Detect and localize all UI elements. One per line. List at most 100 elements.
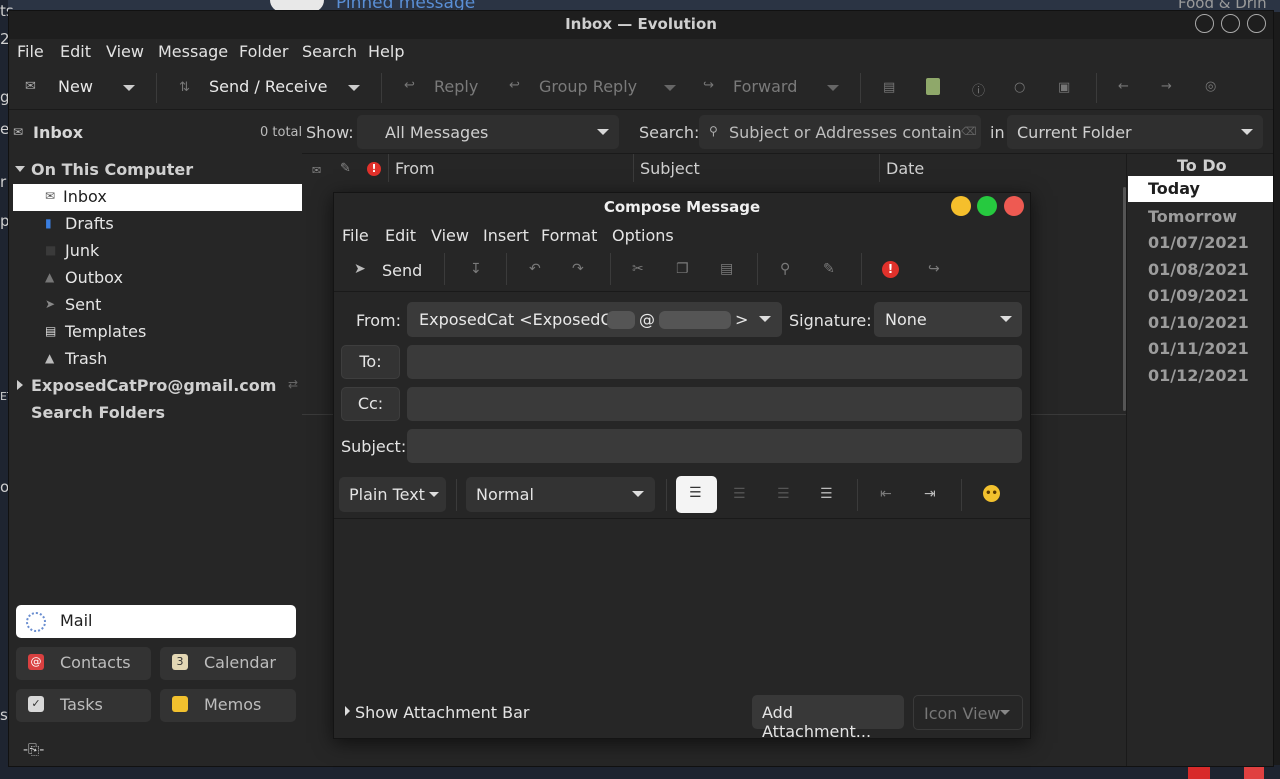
paste-icon[interactable]: ▤ (720, 261, 733, 277)
group-reply-dropdown-icon[interactable] (664, 85, 676, 91)
attachment-view-dropdown[interactable]: Icon View (913, 695, 1023, 730)
from-dropdown[interactable]: ExposedCat <ExposedCat @ > (407, 302, 782, 337)
replace-icon[interactable]: ✎ (823, 261, 835, 277)
account-remote[interactable]: ExposedCatPro@gmail.com ⇄ (13, 373, 302, 400)
format-mode-dropdown[interactable]: Plain Text (339, 477, 446, 512)
importance-column-icon[interactable]: ! (367, 162, 381, 176)
compose-minimize-button[interactable] (951, 196, 971, 216)
align-right-icon[interactable]: ☰ (777, 486, 790, 502)
menu-message[interactable]: Message (158, 42, 228, 61)
paragraph-style-dropdown[interactable]: Normal (466, 477, 655, 512)
maximize-button[interactable] (1221, 14, 1240, 33)
column-subject[interactable]: Subject (640, 159, 700, 178)
close-button[interactable] (1247, 14, 1266, 33)
cut-icon[interactable]: ✂ (632, 261, 644, 277)
todo-item[interactable]: 01/09/2021 (1148, 286, 1249, 305)
show-filter-dropdown[interactable]: All Messages (357, 115, 619, 149)
sidebar-item-inbox[interactable]: ✉ Inbox (13, 184, 302, 211)
align-left-button[interactable]: ☰ (676, 476, 717, 513)
menu-file[interactable]: File (17, 42, 44, 61)
junk-mark-icon[interactable]: ⓘ (972, 80, 985, 99)
redirect-icon[interactable]: ↪ (928, 261, 940, 277)
message-body-editor[interactable] (334, 519, 1030, 689)
send-receive-dropdown-icon[interactable] (348, 85, 360, 91)
minimize-button[interactable] (1195, 14, 1214, 33)
to-button[interactable]: To: (341, 345, 400, 379)
unindent-icon[interactable]: ⇤ (880, 486, 892, 502)
emoji-icon[interactable]: •• (983, 485, 1000, 502)
todo-item[interactable]: 01/10/2021 (1148, 313, 1249, 332)
save-draft-icon[interactable]: ↧ (470, 261, 482, 277)
forward-dropdown-icon[interactable] (827, 85, 839, 91)
sidebar-item-sent[interactable]: ➤ Sent (13, 292, 302, 319)
compose-close-button[interactable] (1004, 196, 1024, 216)
compose-menu-format[interactable]: Format (541, 226, 597, 245)
cc-button[interactable]: Cc: (341, 387, 400, 421)
group-reply-button[interactable]: Group Reply (539, 77, 637, 96)
switcher-mail[interactable]: Mail (16, 605, 296, 638)
forward-nav-icon[interactable]: → (1161, 79, 1172, 94)
account-local[interactable]: On This Computer (13, 157, 302, 184)
switcher-calendar[interactable]: 3 Calendar (160, 647, 296, 680)
offline-icon[interactable]: -⎘- (23, 742, 44, 758)
switcher-tasks[interactable]: ✓ Tasks (16, 689, 151, 722)
menu-folder[interactable]: Folder (239, 42, 288, 61)
delete-icon[interactable] (926, 78, 940, 95)
compose-menu-insert[interactable]: Insert (483, 226, 529, 245)
switcher-contacts[interactable]: @ Contacts (16, 647, 151, 680)
todo-item[interactable]: 01/08/2021 (1148, 260, 1249, 279)
compose-maximize-button[interactable] (977, 196, 997, 216)
compose-menu-edit[interactable]: Edit (385, 226, 416, 245)
signature-dropdown[interactable]: None (874, 302, 1022, 337)
todo-item[interactable]: 01/07/2021 (1148, 233, 1249, 252)
menu-help[interactable]: Help (368, 42, 404, 61)
to-field[interactable] (407, 345, 1022, 379)
menu-view[interactable]: View (106, 42, 144, 61)
compose-menu-options[interactable]: Options (612, 226, 674, 245)
back-icon[interactable]: ← (1118, 79, 1129, 94)
expand-icon[interactable] (345, 706, 350, 716)
sidebar-item-junk[interactable]: ■ Junk (13, 238, 302, 265)
compose-menu-view[interactable]: View (431, 226, 469, 245)
archive-icon[interactable]: ▣ (1058, 80, 1070, 95)
print-icon[interactable]: ▤ (883, 80, 895, 95)
send-receive-button[interactable]: Send / Receive (209, 77, 328, 96)
menu-edit[interactable]: Edit (60, 42, 91, 61)
priority-icon[interactable]: ! (882, 261, 899, 278)
align-center-icon[interactable]: ☰ (733, 486, 746, 502)
status-column-icon[interactable]: ✉ (312, 164, 321, 177)
forward-button[interactable]: Forward (733, 77, 797, 96)
add-attachment-button[interactable]: Add Attachment... (752, 695, 904, 741)
sidebar-item-trash[interactable]: ▲ Trash (13, 346, 302, 373)
sidebar-item-templates[interactable]: ▤ Templates (13, 319, 302, 346)
column-date[interactable]: Date (886, 159, 924, 178)
not-junk-icon[interactable]: ○ (1014, 80, 1025, 95)
menu-search[interactable]: Search (302, 42, 357, 61)
redo-icon[interactable]: ↷ (572, 261, 584, 277)
sidebar-item-outbox[interactable]: ▲ Outbox (13, 265, 302, 292)
send-button[interactable]: Send (382, 261, 422, 280)
find-icon[interactable]: ⚲ (780, 261, 790, 277)
expand-icon[interactable] (15, 166, 25, 172)
search-input[interactable]: ⚲ Subject or Addresses contain ⌫ (699, 115, 981, 149)
todo-item[interactable]: 01/11/2021 (1148, 339, 1249, 358)
todo-today-row[interactable]: Today (1128, 176, 1273, 202)
cc-field[interactable] (407, 387, 1022, 421)
indent-icon[interactable]: ⇥ (924, 486, 936, 502)
column-from[interactable]: From (395, 159, 435, 178)
switcher-memos[interactable]: Memos (160, 689, 296, 722)
new-button[interactable]: New (58, 77, 93, 96)
sidebar-item-drafts[interactable]: ▮ Drafts (13, 211, 302, 238)
todo-item[interactable]: Tomorrow (1148, 207, 1237, 226)
search-scope-dropdown[interactable]: Current Folder (1007, 115, 1263, 149)
justify-icon[interactable]: ☰ (820, 486, 833, 502)
expand-icon[interactable] (17, 380, 23, 390)
reply-button[interactable]: Reply (434, 77, 478, 96)
attachment-column-icon[interactable]: ✎ (340, 161, 351, 176)
clear-search-icon[interactable]: ⌫ (961, 125, 977, 138)
copy-icon[interactable]: ❐ (676, 261, 689, 277)
search-folders[interactable]: Search Folders (13, 400, 302, 427)
new-dropdown-icon[interactable] (123, 85, 135, 91)
stop-icon[interactable]: ◎ (1205, 79, 1216, 94)
todo-item[interactable]: 01/12/2021 (1148, 366, 1249, 385)
